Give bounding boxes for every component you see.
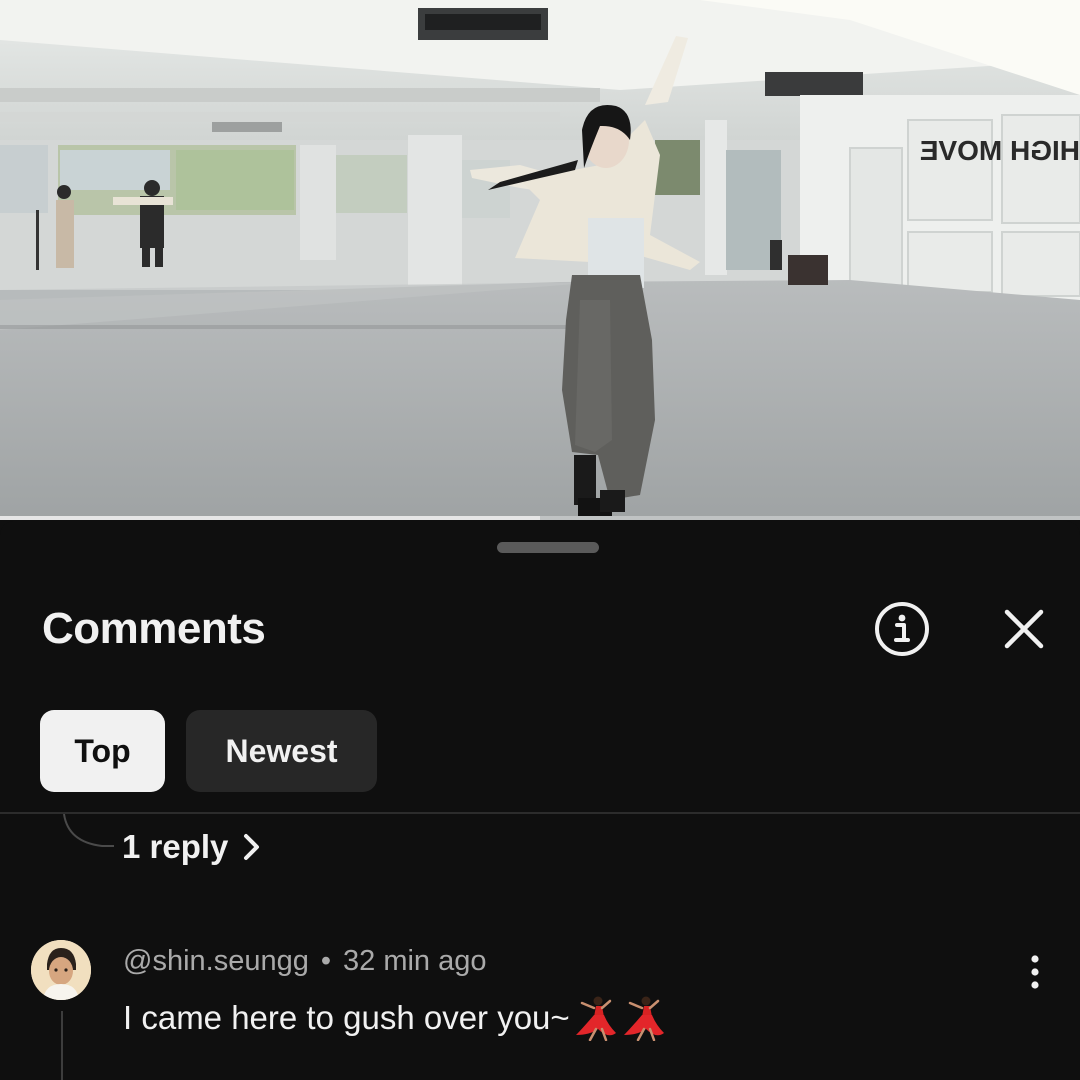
video-progress-bar[interactable]: [0, 516, 1080, 520]
dancer-emoji-icon: [575, 996, 616, 1041]
info-icon[interactable]: [874, 601, 930, 657]
close-icon[interactable]: [998, 603, 1050, 655]
filter-chip-newest[interactable]: Newest: [186, 710, 377, 792]
chip-divider: [0, 812, 1080, 814]
sheet-drag-handle[interactable]: [497, 542, 599, 553]
comment-body: I came here to gush over you~: [123, 995, 666, 1041]
filter-chip-top[interactable]: Top: [40, 710, 165, 792]
comment-author[interactable]: @shin.seungg: [123, 945, 309, 978]
view-replies-label: 1 reply: [122, 828, 229, 865]
dancer-emoji-icon: [623, 996, 664, 1041]
video-progress-fill: [0, 516, 540, 520]
more-vertical-icon[interactable]: [1018, 953, 1052, 991]
wall-sign: HIGH MOVE: [920, 135, 1080, 166]
reply-thread-connector: [63, 814, 114, 847]
video-frame: HIGH MOVE: [0, 0, 1080, 520]
avatar[interactable]: [31, 940, 91, 1000]
comment-text: I came here to gush over you~: [123, 999, 570, 1036]
comments-title: Comments: [42, 604, 266, 653]
comments-sheet: Comments Top Newest 1 reply @shin.seungg…: [0, 521, 1080, 1080]
view-replies-link[interactable]: 1 reply: [122, 828, 262, 866]
chevron-right-icon: [244, 834, 260, 860]
meta-separator: •: [320, 945, 331, 977]
comment-time: 32 min ago: [343, 945, 487, 977]
video-player[interactable]: HIGH MOVE: [0, 0, 1080, 520]
thread-line: [61, 1011, 63, 1080]
comment-meta: @shin.seungg • 32 min ago: [123, 945, 487, 978]
